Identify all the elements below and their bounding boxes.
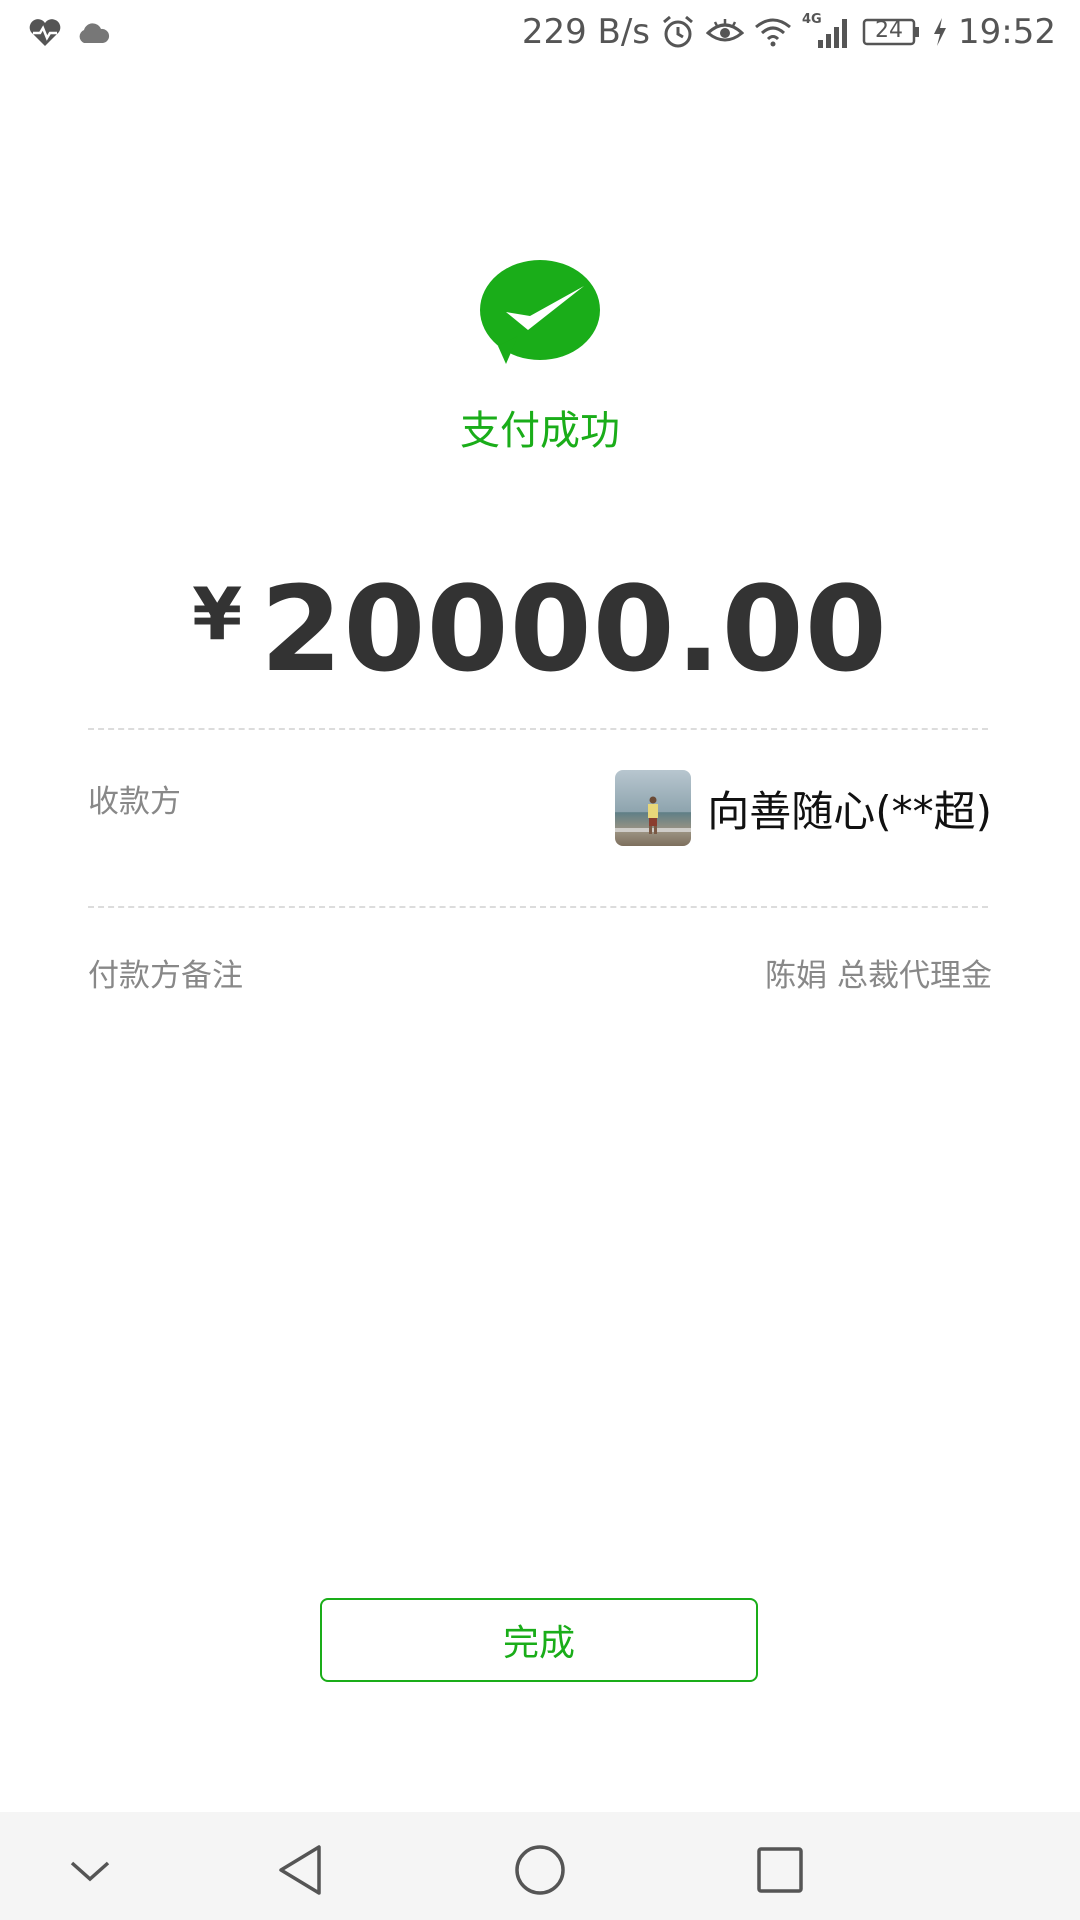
status-bar: 229 B/s 4G 24 19:52 <box>0 0 1080 76</box>
wechat-pay-success-icon <box>476 258 604 368</box>
payee-label: 收款方 <box>88 784 181 820</box>
recent-apps-square-icon[interactable] <box>750 1840 810 1900</box>
divider <box>88 728 988 730</box>
divider <box>88 906 988 908</box>
network-speed: 229 B/s <box>521 12 651 52</box>
payment-success-title: 支付成功 <box>460 408 620 454</box>
wifi-icon <box>754 17 792 47</box>
payer-note-value: 陈娟 总裁代理金 <box>765 958 992 994</box>
clock: 19:52 <box>958 12 1056 52</box>
payment-amount: ¥20000.00 <box>0 560 1080 698</box>
cellular-signal-icon: 4G <box>802 12 852 50</box>
payee-info: 向善随心(**超) <box>615 770 992 846</box>
done-button[interactable]: 完成 <box>320 1598 758 1682</box>
health-heart-icon <box>28 18 62 48</box>
battery-level: 24 <box>875 18 904 43</box>
system-navigation-bar <box>0 1812 1080 1920</box>
collapse-chevron-icon[interactable] <box>60 1840 120 1900</box>
alarm-icon <box>660 14 696 50</box>
charging-bolt-icon <box>932 17 948 47</box>
amount-value: 20000.00 <box>260 560 888 698</box>
back-triangle-icon[interactable] <box>270 1840 330 1900</box>
eye-comfort-icon <box>706 17 745 47</box>
payee-name: 向善随心(**超) <box>707 786 992 836</box>
payee-avatar <box>615 770 692 846</box>
home-circle-icon[interactable] <box>510 1840 570 1900</box>
network-type: 4G <box>802 12 822 27</box>
payer-note-label: 付款方备注 <box>88 958 243 994</box>
cloud-icon <box>76 21 110 45</box>
currency-symbol: ¥ <box>192 572 243 656</box>
battery-icon: 24 <box>862 16 922 48</box>
